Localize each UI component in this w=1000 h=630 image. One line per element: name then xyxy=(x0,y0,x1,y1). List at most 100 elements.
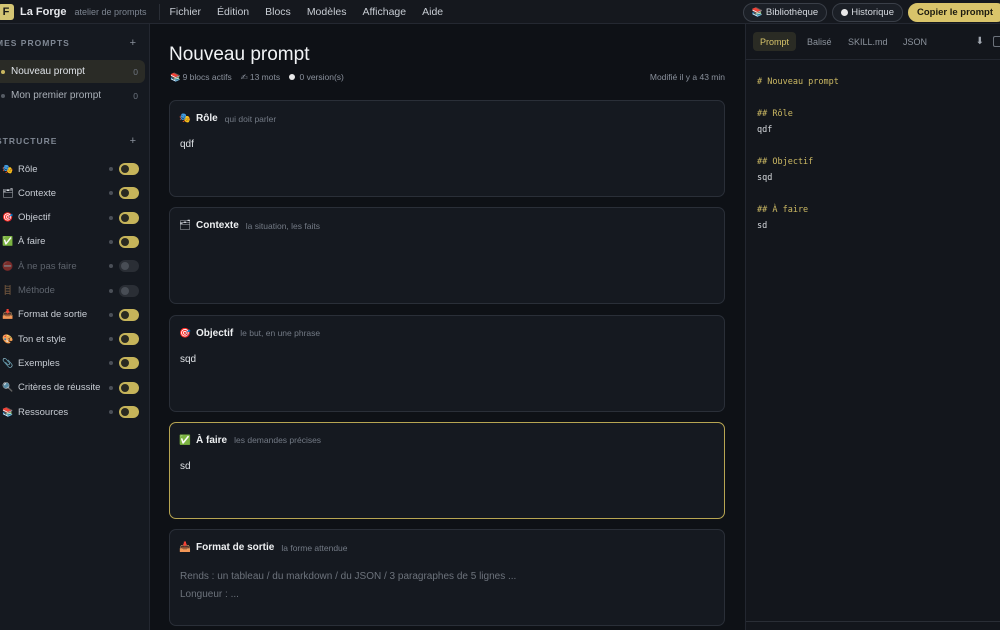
exemples-toggle[interactable] xyxy=(119,357,139,370)
methode-block-icon: 🪜 xyxy=(2,285,14,295)
preview-heading: ## Rôle xyxy=(757,109,793,119)
menu-blocs[interactable]: Blocs xyxy=(265,6,291,18)
a-faire-textarea[interactable]: sd xyxy=(180,461,191,472)
copy-icon[interactable] xyxy=(993,36,1000,47)
prompt-item-nouveau-prompt[interactable]: Nouveau prompt 0 xyxy=(0,60,145,83)
drag-handle-dot[interactable] xyxy=(109,288,113,293)
words-count: ✍ 13 mots xyxy=(241,72,280,83)
drag-handle-dot[interactable] xyxy=(109,337,113,342)
structure-item-criteres-de-reussite[interactable]: 🔍 Critères de réussite xyxy=(0,378,150,398)
placeholder-line: Longueur : ... xyxy=(180,589,239,601)
block-card-contexte[interactable]: 🗂 Contexte la situation, les faits xyxy=(169,207,725,305)
blocks-count-label: 9 blocs actifs xyxy=(182,72,232,82)
drag-handle-dot[interactable] xyxy=(109,312,113,317)
preview-heading: ## Objectif xyxy=(757,157,814,167)
structure-item-methode[interactable]: 🪜 Méthode xyxy=(0,281,150,301)
blocks-count: 📚 9 blocs actifs xyxy=(170,72,232,83)
structure-item-label: Méthode xyxy=(18,285,55,296)
methode-toggle[interactable] xyxy=(119,284,139,297)
drag-handle-dot[interactable] xyxy=(109,385,113,390)
role-toggle[interactable] xyxy=(119,163,139,175)
structure-item-ressources[interactable]: 📚 Ressources xyxy=(0,402,150,422)
block-card-role[interactable]: 🎭 Rôle qui doit parler qdf xyxy=(169,100,725,197)
prompt-dot xyxy=(1,69,5,74)
menu-modeles[interactable]: Modèles xyxy=(307,6,347,18)
menu-edition[interactable]: Édition xyxy=(217,6,249,18)
drag-handle-dot[interactable] xyxy=(109,361,113,366)
block-card-a-faire[interactable]: ✅ À faire les demandes précises sd xyxy=(169,421,725,519)
structure-item-label: À faire xyxy=(18,236,46,248)
menu-fichier[interactable]: Fichier xyxy=(170,6,202,18)
drag-handle-dot[interactable] xyxy=(109,167,113,171)
history-button[interactable]: Historique xyxy=(832,2,903,22)
drag-handle-dot[interactable] xyxy=(109,191,113,196)
tab-skill-md[interactable]: SKILL.md xyxy=(841,32,895,51)
add-prompt-icon[interactable]: + xyxy=(130,37,136,49)
block-card-title: Contexte xyxy=(196,220,239,232)
download-icon[interactable]: ⬇ xyxy=(976,36,984,47)
block-card-format-de-sortie[interactable]: 📥 Format de sortie la forme attendue Rends … xyxy=(169,529,725,627)
objectif-textarea[interactable]: sqd xyxy=(180,354,196,365)
structure-item-exemples[interactable]: 📎 Exemples xyxy=(0,353,150,373)
page-title: Nouveau prompt xyxy=(169,44,310,65)
menu-aide[interactable]: Aide xyxy=(422,6,443,18)
structure-section-header: STRUCTURE + xyxy=(0,134,150,148)
preview-tabs: Prompt Balisé SKILL.md JSON ⬇ xyxy=(746,24,1000,60)
role-textarea[interactable]: qdf xyxy=(180,139,194,150)
tab-balise[interactable]: Balisé xyxy=(800,32,839,51)
drag-handle-dot[interactable] xyxy=(109,239,113,244)
format-de-sortie-block-icon: 📥 xyxy=(179,542,191,554)
contexte-block-icon: 🗂 xyxy=(2,187,14,198)
structure-item-a-ne-pas-faire[interactable]: ⛔ À ne pas faire xyxy=(0,256,150,276)
ressources-block-icon: 📚 xyxy=(2,406,14,417)
objectif-toggle[interactable] xyxy=(119,211,139,224)
preview-panel: Prompt Balisé SKILL.md JSON ⬇ # Nouveau … xyxy=(745,24,1000,630)
drag-handle-dot[interactable] xyxy=(109,264,113,269)
a-faire-toggle[interactable] xyxy=(119,235,139,248)
copy-prompt-button[interactable]: Copier le prompt xyxy=(907,2,1000,22)
structure-item-objectif[interactable]: 🎯 Objectif xyxy=(0,208,150,228)
structure-section-title: STRUCTURE xyxy=(0,136,58,146)
a-ne-pas-faire-toggle[interactable] xyxy=(119,260,139,273)
format-de-sortie-textarea[interactable]: Rends : un tableau / du markdown / du JS… xyxy=(180,568,516,604)
preview-heading: ## À faire xyxy=(757,205,809,215)
library-button[interactable]: 📚 Bibliothèque xyxy=(742,2,828,22)
contexte-toggle[interactable] xyxy=(119,187,139,200)
sidebar: MES PROMPTS + Nouveau prompt 0 Mon premier… xyxy=(0,24,150,630)
prompt-meta: 📚 9 blocs actifs ✍ 13 mots 0 version(s) xyxy=(170,72,344,83)
ton-et-style-toggle[interactable] xyxy=(119,333,139,346)
tab-json[interactable]: JSON xyxy=(896,32,934,51)
structure-item-contexte[interactable]: 🗂 Contexte xyxy=(0,183,150,203)
structure-item-ton-et-style[interactable]: 🎨 Ton et style xyxy=(0,329,150,349)
menu-affichage[interactable]: Affichage xyxy=(363,6,407,18)
tab-prompt[interactable]: Prompt xyxy=(753,32,797,51)
books-icon: 📚 xyxy=(751,6,763,17)
role-block-icon: 🎭 xyxy=(2,163,14,174)
block-card-header: 🎯 Objectif le but, en une phrase xyxy=(179,328,320,339)
drag-handle-dot[interactable] xyxy=(109,410,113,414)
objectif-block-icon: 🎯 xyxy=(179,327,191,339)
structure-item-role[interactable]: 🎭 Rôle xyxy=(0,159,150,179)
drag-handle-dot[interactable] xyxy=(109,215,113,220)
placeholder-line: Rends : un tableau / du markdown / du JS… xyxy=(180,571,517,583)
block-card-objectif[interactable]: 🎯 Objectif le but, en une phrase sqd xyxy=(169,314,725,412)
block-card-hint: la forme attendue xyxy=(281,542,348,553)
preview-blank-line xyxy=(757,90,839,106)
block-card-header: 🗂 Contexte la situation, les faits xyxy=(179,220,320,231)
ressources-toggle[interactable] xyxy=(119,406,139,418)
app-logo: F xyxy=(0,3,14,20)
a-faire-block-icon: ✅ xyxy=(179,434,191,446)
block-card-header: ✅ À faire les demandes précises xyxy=(179,435,321,446)
format-de-sortie-toggle[interactable] xyxy=(119,308,139,321)
structure-item-label: À ne pas faire xyxy=(18,260,77,272)
clock-icon xyxy=(841,8,849,16)
add-block-icon[interactable]: + xyxy=(130,135,136,147)
role-block-icon: 🎭 xyxy=(179,113,191,124)
prompt-item-mon-premier-prompt[interactable]: Mon premier prompt 0 xyxy=(0,84,145,107)
structure-item-format-de-sortie[interactable]: 📥 Format de sortie xyxy=(0,305,150,325)
structure-item-label: Critères de réussite xyxy=(18,382,101,394)
prompt-item-label: Mon premier prompt xyxy=(11,90,102,101)
library-label: Bibliothèque xyxy=(765,6,819,18)
structure-item-a-faire[interactable]: ✅ À faire xyxy=(0,232,150,252)
criteres-de-reussite-toggle[interactable] xyxy=(119,381,139,394)
